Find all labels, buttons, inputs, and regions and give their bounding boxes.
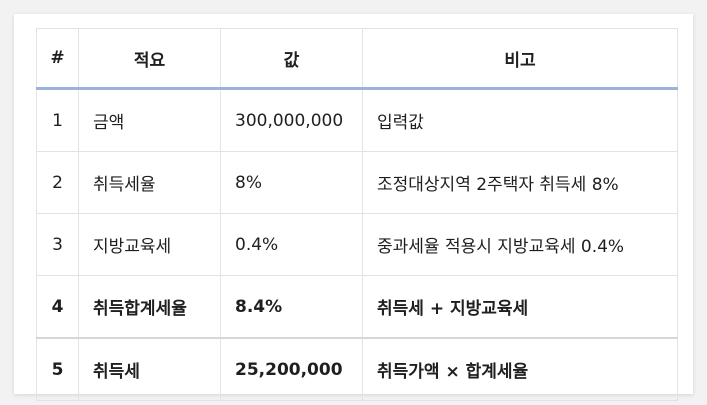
row-number: 5 bbox=[36, 337, 79, 401]
table-card: # 적요 값 비고 1 금액 300,000,000 입력값 2 취득세율 8%… bbox=[14, 14, 693, 401]
row-value: 8.4% bbox=[220, 275, 363, 339]
header-note: 비고 bbox=[362, 28, 678, 90]
row-item: 취득세 bbox=[78, 337, 221, 401]
row-number: 4 bbox=[36, 275, 79, 339]
header-row: # 적요 값 비고 bbox=[36, 28, 678, 90]
row-note: 입력값 bbox=[362, 88, 678, 152]
row-value: 25,200,000 bbox=[220, 337, 363, 401]
row-item: 금액 bbox=[78, 88, 221, 152]
row-item: 지방교육세 bbox=[78, 213, 221, 276]
table-row: 5 취득세 25,200,000 취득가액 × 합계세율 bbox=[36, 337, 678, 401]
row-note: 중과세율 적용시 지방교육세 0.4% bbox=[362, 213, 678, 276]
tax-table: # 적요 값 비고 1 금액 300,000,000 입력값 2 취득세율 8%… bbox=[36, 28, 678, 401]
row-value: 8% bbox=[220, 151, 363, 214]
row-note: 취득가액 × 합계세율 bbox=[362, 337, 678, 401]
row-number: 3 bbox=[36, 213, 79, 276]
header-value: 값 bbox=[220, 28, 363, 90]
table-body: 1 금액 300,000,000 입력값 2 취득세율 8% 조정대상지역 2주… bbox=[36, 88, 678, 401]
row-item: 취득합계세율 bbox=[78, 275, 221, 339]
header-item: 적요 bbox=[78, 28, 221, 90]
row-value: 300,000,000 bbox=[220, 88, 363, 152]
row-item: 취득세율 bbox=[78, 151, 221, 214]
table-header: # 적요 값 비고 bbox=[36, 28, 678, 90]
table-row: 2 취득세율 8% 조정대상지역 2주택자 취득세 8% bbox=[36, 151, 678, 214]
row-number: 2 bbox=[36, 151, 79, 214]
table-row: 4 취득합계세율 8.4% 취득세 + 지방교육세 bbox=[36, 275, 678, 339]
row-number: 1 bbox=[36, 88, 79, 152]
table-row: 3 지방교육세 0.4% 중과세율 적용시 지방교육세 0.4% bbox=[36, 213, 678, 276]
row-note: 조정대상지역 2주택자 취득세 8% bbox=[362, 151, 678, 214]
row-value: 0.4% bbox=[220, 213, 363, 276]
table-row: 1 금액 300,000,000 입력값 bbox=[36, 88, 678, 152]
header-number: # bbox=[36, 28, 79, 90]
row-note: 취득세 + 지방교육세 bbox=[362, 275, 678, 339]
